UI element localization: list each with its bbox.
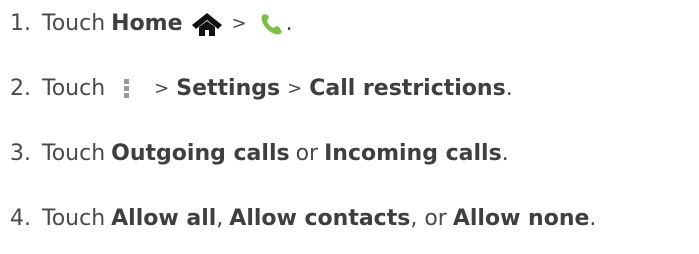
comma-or-text: , or xyxy=(410,206,447,231)
comma-text: , xyxy=(216,206,224,231)
step-period: . xyxy=(285,11,293,36)
breadcrumb-separator: > xyxy=(287,78,303,99)
step-number: 2. xyxy=(10,76,31,101)
step-4: 4. Touch Allow all , Allow contacts , or… xyxy=(10,202,596,236)
step-1: 1. Touch Home > . xyxy=(10,7,293,41)
home-label: Home xyxy=(111,11,183,36)
outgoing-calls-label: Outgoing calls xyxy=(111,141,290,166)
breadcrumb-separator: > xyxy=(231,13,247,34)
or-text: or xyxy=(295,141,319,166)
incoming-calls-label: Incoming calls xyxy=(324,141,502,166)
step-text-touch: Touch xyxy=(42,206,106,231)
home-icon xyxy=(189,10,225,38)
allow-all-label: Allow all xyxy=(111,206,217,231)
step-period: . xyxy=(589,206,597,231)
menu-icon xyxy=(115,75,139,103)
step-number: 3. xyxy=(10,141,31,166)
step-number: 1. xyxy=(10,11,31,36)
step-text-touch: Touch xyxy=(42,11,106,36)
breadcrumb-separator: > xyxy=(154,78,170,99)
step-text-touch: Touch xyxy=(42,141,106,166)
step-number: 4. xyxy=(10,206,31,231)
instruction-steps: 1. Touch Home > . 2. Touch > Settings > … xyxy=(10,0,695,254)
call-restrictions-label: Call restrictions xyxy=(309,76,506,101)
step-2: 2. Touch > Settings > Call restrictions … xyxy=(10,72,513,106)
phone-icon xyxy=(258,10,286,38)
step-text-touch: Touch xyxy=(42,76,106,101)
allow-none-label: Allow none xyxy=(452,206,590,231)
step-3: 3. Touch Outgoing calls or Incoming call… xyxy=(10,137,509,171)
settings-label: Settings xyxy=(176,76,281,101)
allow-contacts-label: Allow contacts xyxy=(229,206,411,231)
step-period: . xyxy=(505,76,513,101)
step-period: . xyxy=(501,141,509,166)
